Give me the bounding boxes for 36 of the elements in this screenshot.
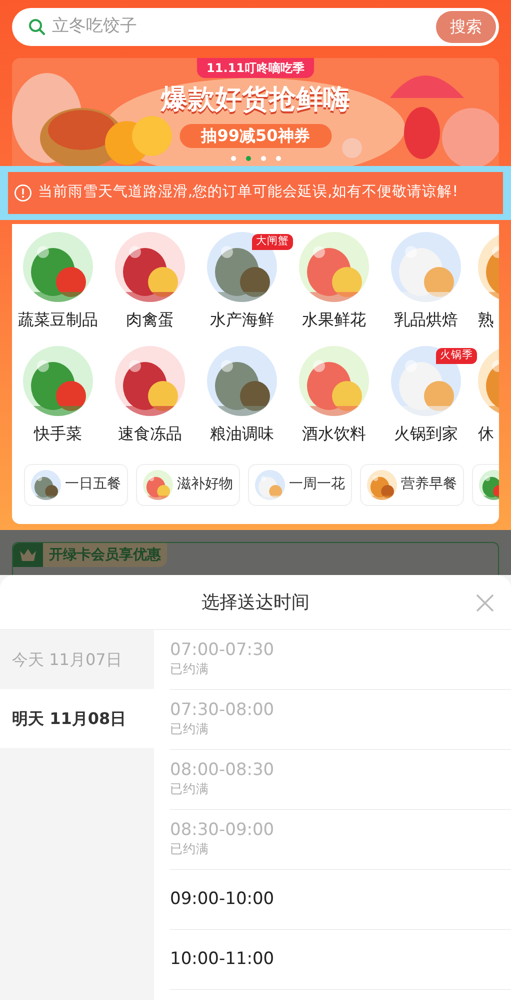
category-item[interactable]: 酒水饮料 bbox=[288, 346, 380, 460]
theme-chip[interactable]: 一周一花 bbox=[248, 464, 352, 506]
time-slot[interactable]: 10:00-11:00 bbox=[170, 930, 511, 990]
carousel-dot[interactable] bbox=[260, 156, 266, 161]
carousel-dot[interactable] bbox=[246, 156, 250, 161]
close-icon[interactable] bbox=[475, 593, 495, 613]
category-item[interactable]: 粮油调味 bbox=[196, 346, 288, 460]
slot-status: 已约满 bbox=[170, 840, 210, 858]
slot-status: 已约满 bbox=[170, 720, 210, 738]
theme-chip[interactable]: 滋补好物 bbox=[136, 464, 240, 506]
category-item[interactable]: 熟 bbox=[472, 232, 499, 346]
banner-headline: 爆款好货抢鲜嗨 bbox=[161, 83, 350, 117]
slot-status: 已约满 bbox=[170, 780, 210, 798]
theme-chip[interactable]: 营养早餐 bbox=[360, 464, 464, 506]
promo-banner[interactable]: 11.11叮咚嘀吃季 爆款好货抢鲜嗨 抽99减50神券 bbox=[12, 58, 499, 166]
category-item[interactable]: 肉禽蛋 bbox=[104, 232, 196, 346]
carousel-dot[interactable] bbox=[230, 156, 236, 161]
category-item[interactable]: 速食冻品 bbox=[104, 346, 196, 460]
category-item[interactable]: 乳品烘焙 bbox=[380, 232, 472, 346]
theme-chip[interactable]: 一日五餐 bbox=[24, 464, 128, 506]
date-tab[interactable]: 明天 11月08日 bbox=[0, 689, 154, 748]
category-item[interactable]: 蔬菜豆制品 bbox=[12, 232, 104, 346]
category-badge: 火锅季 bbox=[436, 348, 477, 364]
slot-status: 已约满 bbox=[170, 660, 210, 678]
member-promo-text: 开绿卡会员享优惠 bbox=[49, 546, 161, 564]
sheet-title: 选择送达时间 bbox=[202, 590, 310, 614]
category-badge: 大闸蟹 bbox=[252, 234, 293, 250]
time-slot[interactable]: 09:00-10:00 bbox=[170, 870, 511, 930]
search-icon bbox=[28, 18, 46, 36]
notice-text: 当前雨雪天气道路湿滑,您的订单可能会延误,如有不便敬请谅解! bbox=[38, 182, 458, 202]
promo-tag: 11.11叮咚嘀吃季 bbox=[196, 58, 314, 78]
category-item[interactable]: 快手菜 bbox=[12, 346, 104, 460]
warning-icon bbox=[14, 184, 32, 202]
crown-icon bbox=[19, 548, 37, 562]
coupon-label: 抽99减50神券 bbox=[179, 124, 332, 148]
carousel-dot[interactable] bbox=[276, 156, 280, 161]
